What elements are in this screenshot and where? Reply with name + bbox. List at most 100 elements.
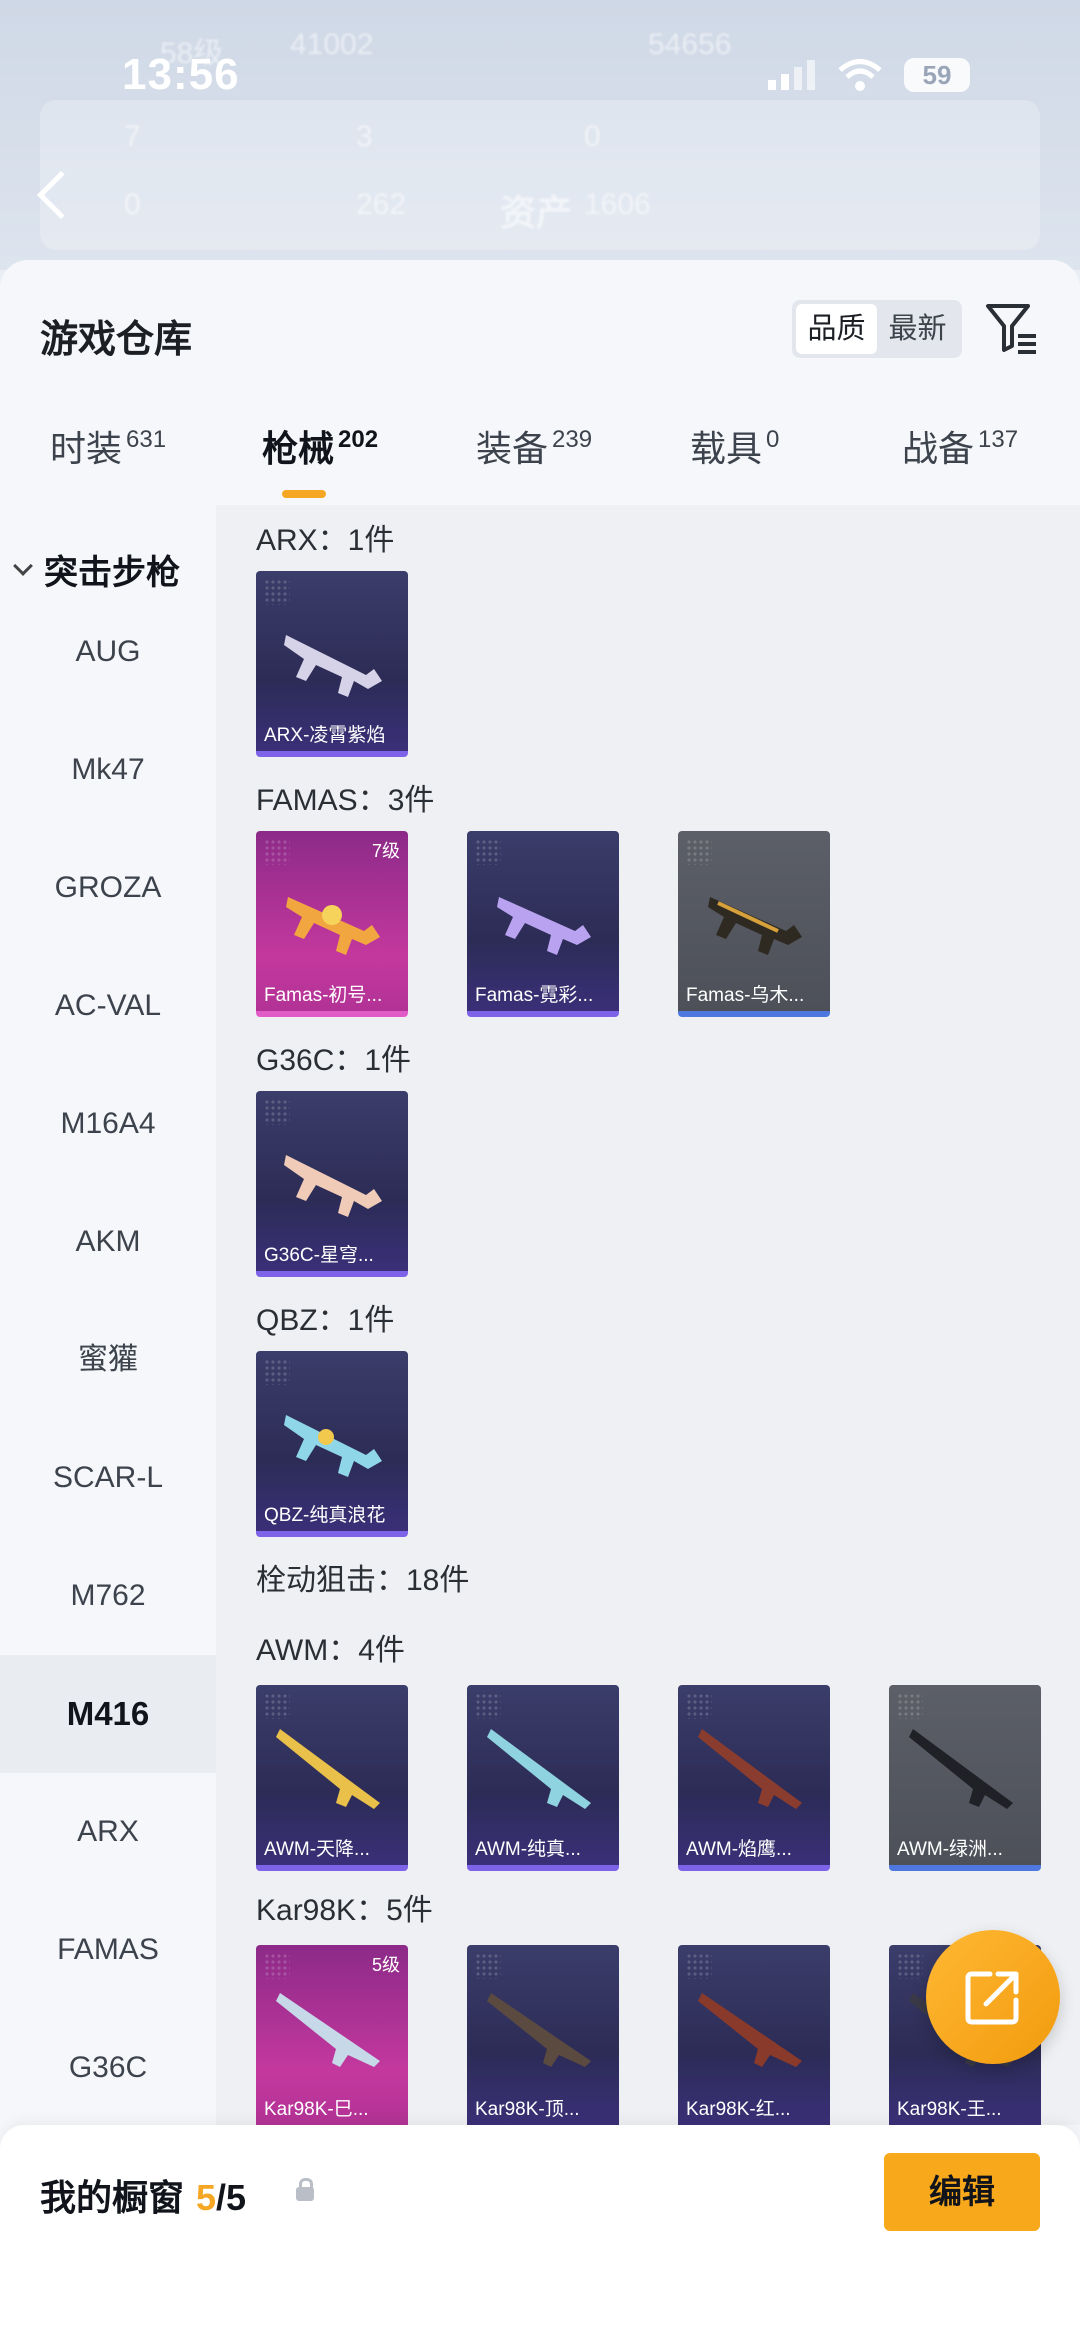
sidebar-item-akm[interactable]: AKM [0, 1183, 216, 1301]
tab-count: 0 [766, 426, 780, 453]
rifle-icon [284, 635, 382, 697]
rifle-icon [284, 1415, 382, 1477]
skin-name: G36C-星穹... [264, 1245, 374, 1266]
sniper-rifle-icon [276, 1729, 380, 1809]
group-label-awm: AWM：4件 [256, 1634, 405, 1667]
skin-card[interactable]: AWM-绿洲... [889, 1685, 1041, 1871]
tab-label: 装备 [476, 428, 549, 469]
rifle-icon [497, 897, 591, 955]
skin-name: AWM-纯真... [475, 1839, 581, 1860]
skin-name: AWM-绿洲... [897, 1839, 1003, 1860]
sidebar-item-m416[interactable]: M416 [0, 1655, 216, 1773]
edit-button[interactable]: 编辑 [884, 2153, 1040, 2231]
bg-stat: 0 [584, 120, 601, 153]
bg-stat: 3 [356, 120, 373, 153]
rifle-icon [286, 897, 380, 955]
tab-count: 239 [552, 426, 593, 453]
sidebar-item-aug[interactable]: AUG [0, 593, 216, 711]
share-icon [965, 1971, 1019, 2025]
skin-name: Famas-霓彩... [475, 985, 594, 1006]
sidebar-item-mk47[interactable]: Mk47 [0, 711, 216, 829]
bg-stat: 0 [124, 188, 141, 221]
tab-label: 枪械 [262, 428, 335, 469]
group-label-kar98k: Kar98K：5件 [256, 1894, 433, 1927]
skin-card[interactable]: Famas-霓彩... [467, 831, 619, 1017]
sidebar-category-assault-rifles[interactable]: 突击步枪 [13, 545, 180, 594]
skin-card[interactable]: AWM-纯真... [467, 1685, 619, 1871]
bg-stat: 7 [124, 120, 141, 153]
skin-card[interactable]: AWM-焰鹰... [678, 1685, 830, 1871]
skin-card[interactable]: ARX-凌霄紫焰 [256, 571, 408, 757]
status-icons: 59 [768, 58, 970, 92]
status-time: 13:56 [122, 50, 240, 99]
bg-score-2: 54656 [648, 28, 732, 61]
skin-card[interactable]: QBZ-纯真浪花 [256, 1351, 408, 1537]
sniper-rifle-icon [698, 1993, 802, 2067]
skin-card[interactable]: 7级 Famas-初号... [256, 831, 408, 1017]
sort-by-quality[interactable]: 品质 [796, 304, 877, 354]
wifi-icon [838, 59, 882, 91]
group-label-qbz: QBZ：1件 [256, 1304, 395, 1337]
sidebar-item-groza[interactable]: GROZA [0, 829, 216, 947]
sort-toggle: 品质 最新 [792, 300, 962, 358]
sidebar-heading: 突击步枪 [44, 554, 180, 592]
sidebar-item-ac-val[interactable]: AC-VAL [0, 947, 216, 1065]
share-button[interactable] [926, 1930, 1060, 2064]
rifle-icon [708, 897, 802, 955]
sniper-rifle-icon [487, 1729, 591, 1809]
sidebar-item-famas[interactable]: FAMAS [0, 1891, 216, 2009]
group-label-arx: ARX：1件 [256, 524, 395, 557]
showcase-count-filled: 5 [196, 2177, 217, 2218]
sniper-rifle-icon [909, 1729, 1013, 1809]
sidebar-item-arx[interactable]: ARX [0, 1773, 216, 1891]
skin-card[interactable]: Kar98K-顶... [467, 1945, 619, 2125]
group-label-bolt-action: 栓动狙击：18件 [256, 1564, 470, 1597]
skin-name: Famas-乌木... [686, 985, 805, 1006]
skin-name: Famas-初号... [264, 985, 383, 1006]
bg-stat: 262 [356, 188, 407, 221]
showcase-count-total: /5 [216, 2177, 247, 2218]
skin-name: Kar98K-顶... [475, 2099, 580, 2120]
sniper-rifle-icon [698, 1729, 802, 1809]
skin-name: AWM-焰鹰... [686, 1839, 792, 1860]
tab-count: 631 [126, 426, 167, 453]
warehouse-sheet: 游戏仓库 品质 最新 时装 631 枪械 202 装备 239 载具 0 战备 137 突 [0, 260, 1080, 2347]
bg-score: 41002 [290, 28, 374, 61]
skin-card[interactable]: G36C-星穹... [256, 1091, 408, 1277]
sidebar-item-g36c[interactable]: G36C [0, 2009, 216, 2127]
tab-label: 时装 [50, 428, 123, 469]
sniper-rifle-icon [276, 1993, 380, 2067]
sniper-rifle-icon [487, 1993, 591, 2067]
tab-count: 137 [978, 426, 1019, 453]
skin-card[interactable]: Kar98K-红... [678, 1945, 830, 2125]
skin-card[interactable]: AWM-天降... [256, 1685, 408, 1871]
skin-name: Kar98K-红... [686, 2099, 791, 2120]
page-title: 游戏仓库 [40, 319, 193, 361]
skin-name: Kar98K-巳... [264, 2099, 369, 2120]
active-tab-indicator [282, 490, 326, 498]
sidebar-item-m16a4[interactable]: M16A4 [0, 1065, 216, 1183]
sidebar-item-m762[interactable]: M762 [0, 1537, 216, 1655]
showcase-label: 我的橱窗 [40, 2177, 185, 2218]
background-header: 58级 41002 54656 7 3 0 0 262 资产 1606 13:5… [0, 0, 1080, 270]
chevron-down-icon [13, 555, 33, 576]
skin-name: QBZ-纯真浪花 [264, 1505, 386, 1526]
group-label-famas: FAMAS：3件 [256, 784, 435, 817]
lock-icon [296, 2178, 314, 2201]
skin-name: Kar98K-王... [897, 2099, 1002, 2120]
skin-card[interactable]: Famas-乌木... [678, 831, 830, 1017]
skin-card[interactable]: 5级 Kar98K-巳... [256, 1945, 408, 2125]
sidebar-item-honey-badger[interactable]: 蜜獾 [0, 1301, 216, 1419]
weapon-grid: ARX：1件 ARX-凌霄紫焰 FAMAS：3件 7级 Famas-初号... … [216, 505, 1080, 2125]
showcase-bar: 我的橱窗 5 /5 编辑 [0, 2125, 1080, 2347]
filter-icon[interactable] [984, 300, 1040, 356]
bg-assets-label: 资产 [500, 192, 573, 233]
signal-icon [768, 60, 815, 90]
skin-name: ARX-凌霄紫焰 [264, 725, 386, 746]
group-label-g36c: G36C：1件 [256, 1044, 412, 1077]
bg-assets-value: 1606 [584, 188, 651, 221]
weapon-sidebar: 突击步枪 AUG Mk47 GROZA AC-VAL M16A4 AKM 蜜獾 … [0, 505, 216, 2125]
sort-by-newest[interactable]: 最新 [877, 304, 958, 354]
sidebar-item-scar-l[interactable]: SCAR-L [0, 1419, 216, 1537]
showcase-title: 我的橱窗 5 /5 [40, 2169, 246, 2221]
